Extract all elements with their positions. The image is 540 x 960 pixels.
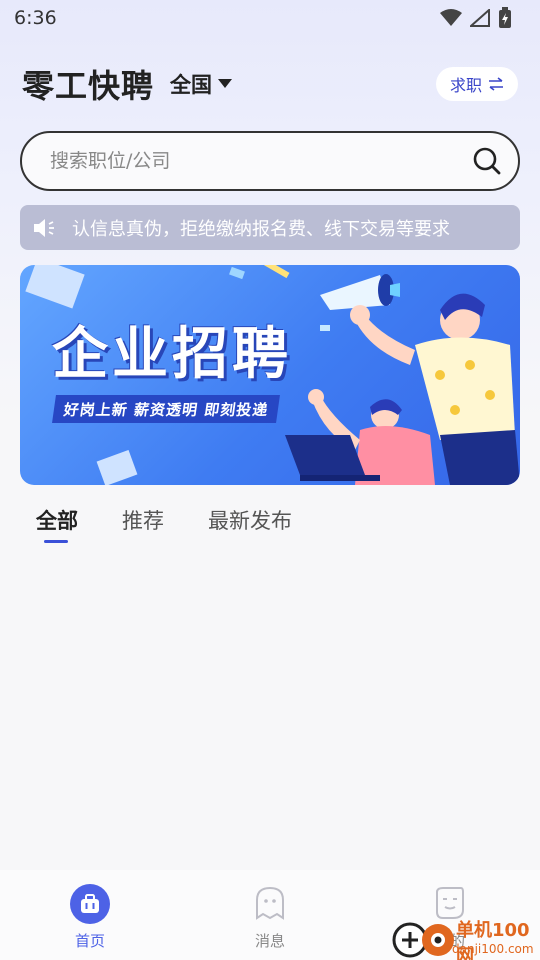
tab-label: 全部 bbox=[36, 509, 78, 533]
active-tab-indicator bbox=[44, 540, 68, 543]
tab-latest[interactable]: 最新发布 bbox=[208, 505, 292, 545]
speaker-icon bbox=[34, 218, 54, 237]
watermark-logo-icon bbox=[392, 922, 454, 958]
tab-recommended[interactable]: 推荐 bbox=[122, 505, 164, 545]
site-watermark: 单机100网 danji100.com bbox=[390, 912, 540, 960]
search-icon[interactable] bbox=[472, 146, 502, 176]
search-bar[interactable] bbox=[20, 131, 520, 191]
status-bar: 6:36 bbox=[0, 0, 540, 36]
app-title: 零工快聘 bbox=[22, 67, 155, 105]
region-label: 全国 bbox=[170, 73, 213, 97]
status-time: 6:36 bbox=[14, 7, 57, 29]
nav-label: 消息 bbox=[254, 932, 285, 950]
banner-subtitle: 好岗上新 薪资透明 即刻投递 bbox=[52, 395, 281, 423]
briefcase-icon bbox=[70, 884, 110, 924]
promo-banner[interactable]: 企业招聘 好岗上新 薪资透明 即刻投递 bbox=[20, 265, 520, 485]
banner-title: 企业招聘 bbox=[52, 322, 292, 387]
tab-label: 最新发布 bbox=[208, 509, 292, 533]
notice-banner: 认信息真伪，拒绝缴纳报名费、线下交易等要求 bbox=[20, 205, 520, 250]
swap-arrows-icon bbox=[489, 77, 503, 91]
nav-label: 首页 bbox=[74, 932, 105, 950]
wifi-icon bbox=[440, 9, 462, 26]
watermark-url: danji100.com bbox=[452, 942, 534, 956]
nav-messages[interactable]: 消息 bbox=[180, 870, 360, 960]
app-header: 零工快聘 全国 求职 bbox=[22, 62, 518, 106]
signal-icon bbox=[470, 9, 490, 27]
job-seek-toggle-button[interactable]: 求职 bbox=[435, 67, 518, 101]
job-seek-toggle-label: 求职 bbox=[449, 76, 482, 95]
notice-text: 认信息真伪，拒绝缴纳报名费、线下交易等要求 bbox=[72, 218, 450, 240]
tab-label: 推荐 bbox=[122, 509, 164, 533]
job-filter-tabs: 全部 推荐 最新发布 bbox=[36, 505, 292, 545]
status-icons bbox=[440, 7, 512, 29]
battery-icon bbox=[499, 7, 511, 28]
nav-home[interactable]: 首页 bbox=[0, 870, 180, 960]
region-selector[interactable]: 全国 bbox=[170, 69, 233, 99]
caret-down-icon bbox=[218, 79, 233, 88]
tab-all[interactable]: 全部 bbox=[36, 505, 78, 545]
chat-ghost-icon bbox=[256, 886, 284, 920]
search-input[interactable] bbox=[50, 150, 472, 172]
